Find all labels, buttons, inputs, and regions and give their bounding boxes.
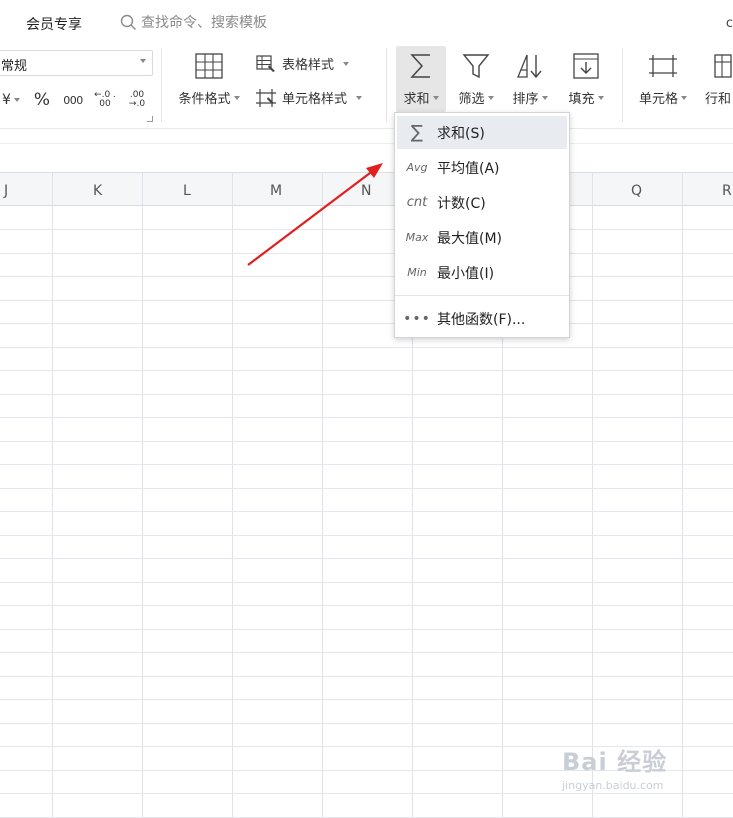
menu-item-average[interactable]: Avg 平均值(A)	[397, 151, 567, 184]
menu-item-min[interactable]: Min 最小值(I)	[397, 256, 567, 289]
menu-item-more-functions[interactable]: ••• 其他函数(F)...	[397, 302, 567, 335]
autosum-dropdown-menu: ∑ 求和(S) Avg 平均值(A) cnt 计数(C) Max 最大值(M) …	[394, 112, 570, 338]
menu-item-label: 求和(S)	[437, 125, 485, 142]
menu-item-label: 其他函数(F)...	[437, 311, 526, 328]
menu-item-label: 最大值(M)	[437, 230, 503, 247]
menu-item-label: 最小值(I)	[437, 265, 495, 282]
sigma-icon: ∑	[410, 122, 424, 143]
menu-divider	[395, 295, 569, 296]
menu-item-count[interactable]: cnt 计数(C)	[397, 186, 567, 219]
more-dots-icon: •••	[403, 310, 431, 327]
menu-item-max[interactable]: Max 最大值(M)	[397, 221, 567, 254]
count-icon: cnt	[406, 195, 428, 210]
menu-item-sum[interactable]: ∑ 求和(S)	[397, 116, 567, 149]
watermark-logo-text: Bai 经验	[562, 748, 668, 776]
average-icon: Avg	[406, 161, 428, 174]
min-icon: Min	[407, 266, 427, 279]
watermark-url: jingyan.baidu.com	[562, 779, 664, 792]
menu-item-label: 平均值(A)	[437, 160, 500, 177]
annotation-arrow-icon	[247, 163, 383, 266]
max-icon: Max	[405, 231, 429, 244]
baidu-watermark: Bai 经验 jingyan.baidu.com	[562, 742, 667, 792]
menu-item-label: 计数(C)	[437, 195, 486, 212]
